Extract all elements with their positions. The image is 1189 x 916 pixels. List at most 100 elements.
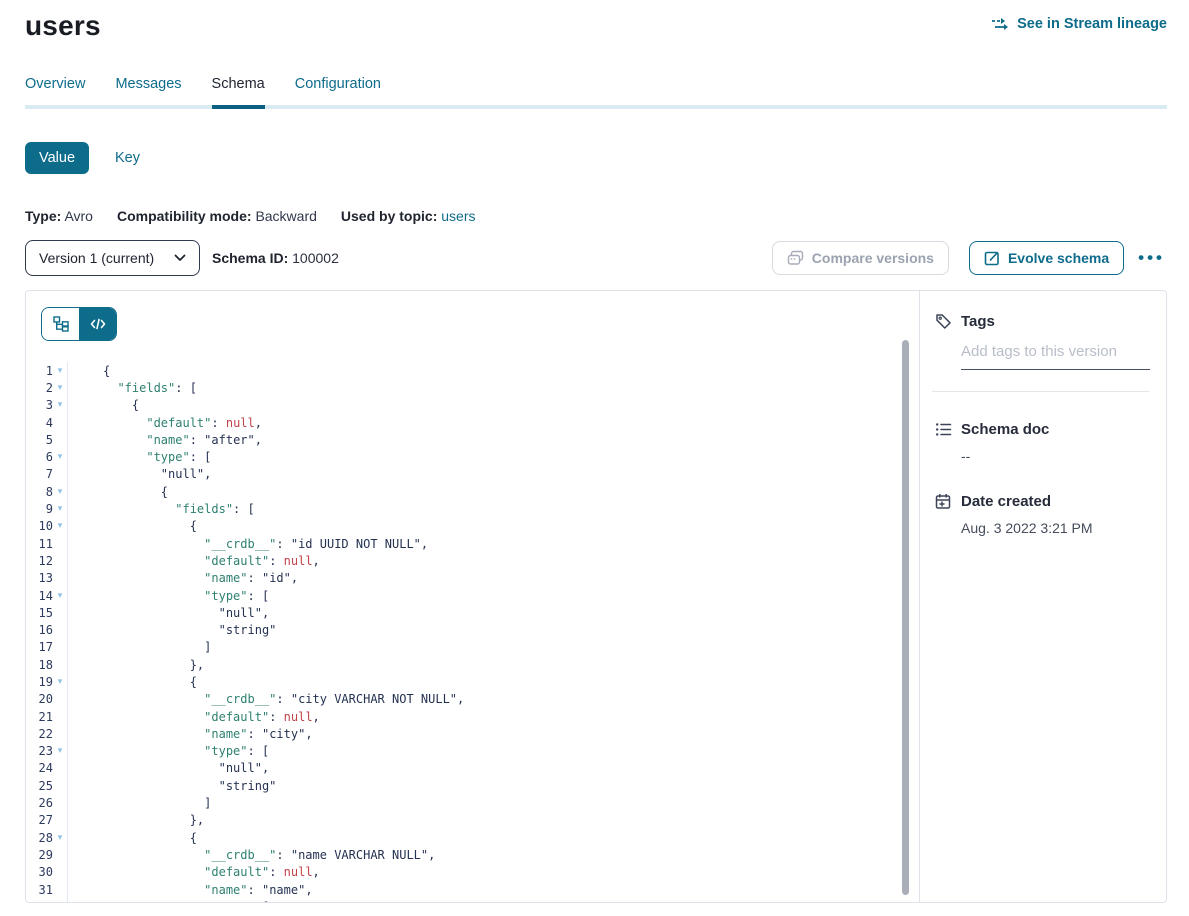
line-number: 29 <box>27 848 53 862</box>
code-line: 2▾ "fields": [ <box>26 379 919 396</box>
schema-id-value: 100002 <box>292 250 339 266</box>
code-line-text: }, <box>68 658 204 672</box>
line-gutter: 29 <box>26 846 68 863</box>
code-line-text: "default": null, <box>68 416 262 430</box>
editor-view-toggle <box>41 307 117 341</box>
schema-id-label: Schema ID: <box>212 250 288 266</box>
code-line: 25 "string" <box>26 777 919 794</box>
fold-arrow-icon[interactable]: ▾ <box>53 487 67 497</box>
code-view-button[interactable] <box>79 308 116 340</box>
tags-heading-label: Tags <box>961 313 995 330</box>
line-gutter: 7 <box>26 466 68 483</box>
tree-view-button[interactable] <box>42 308 79 340</box>
fold-arrow-icon[interactable]: ▾ <box>53 591 67 601</box>
code-line-text: }, <box>68 813 204 827</box>
code-line: 17 ] <box>26 639 919 656</box>
tab-schema[interactable]: Schema <box>212 76 265 105</box>
code-line-text: { <box>68 831 197 845</box>
fold-arrow-icon[interactable]: ▾ <box>53 521 67 531</box>
line-number: 3 <box>27 398 53 412</box>
fold-arrow-icon[interactable]: ▾ <box>53 504 67 514</box>
editor-scrollbar[interactable] <box>902 340 909 895</box>
schema-type: Type: Avro <box>25 208 93 224</box>
line-gutter: 32▾ <box>26 898 68 902</box>
code-line: 1▾{ <box>26 362 919 379</box>
line-gutter: 10▾ <box>26 518 68 535</box>
code-line-text: "string" <box>68 623 276 637</box>
code-line-text: ] <box>68 640 211 654</box>
schema-type-value: Avro <box>64 208 93 224</box>
code-line: 9▾ "fields": [ <box>26 500 919 517</box>
compatibility-mode-value: Backward <box>255 208 316 224</box>
line-number: 2 <box>27 381 53 395</box>
code-editor-content[interactable]: 1▾{2▾ "fields": [3▾ {4 "default": null,5… <box>26 362 919 902</box>
fold-arrow-icon[interactable]: ▾ <box>53 452 67 462</box>
version-select-value: Version 1 (current) <box>39 250 154 266</box>
code-line: 12 "default": null, <box>26 552 919 569</box>
line-gutter: 4 <box>26 414 68 431</box>
line-gutter: 21 <box>26 708 68 725</box>
schema-editor: 1▾{2▾ "fields": [3▾ {4 "default": null,5… <box>26 291 919 902</box>
tab-overview[interactable]: Overview <box>25 76 85 105</box>
line-gutter: 20 <box>26 691 68 708</box>
tab-configuration[interactable]: Configuration <box>295 76 381 105</box>
line-gutter: 24 <box>26 760 68 777</box>
line-gutter: 11 <box>26 535 68 552</box>
line-number: 13 <box>27 571 53 585</box>
fold-arrow-icon[interactable]: ▾ <box>53 366 67 376</box>
stream-lineage-link[interactable]: See in Stream lineage <box>992 16 1167 32</box>
code-line-text: "null", <box>68 606 269 620</box>
line-number: 6 <box>27 450 53 464</box>
page-header: users See in Stream lineage <box>25 0 1167 42</box>
line-gutter: 1▾ <box>26 362 68 379</box>
code-line-text: "__crdb__": "id UUID NOT NULL", <box>68 537 428 551</box>
code-line: 24 "null", <box>26 760 919 777</box>
date-created-section: Date created Aug. 3 2022 3:21 PM <box>935 493 1149 536</box>
code-line-text: "fields": [ <box>68 381 197 395</box>
used-by-topic: Used by topic: users <box>341 208 476 224</box>
code-line-text: { <box>68 364 110 378</box>
version-select[interactable]: Version 1 (current) <box>25 240 200 276</box>
fold-arrow-icon[interactable]: ▾ <box>53 746 67 756</box>
schema-controls-row: Version 1 (current) Schema ID: 100002 Co… <box>25 240 1167 276</box>
line-number: 24 <box>27 761 53 775</box>
tab-messages[interactable]: Messages <box>115 76 181 105</box>
chevron-down-icon <box>174 254 186 262</box>
code-line: 14▾ "type": [ <box>26 587 919 604</box>
code-line-text: "default": null, <box>68 554 320 568</box>
more-options-button[interactable]: ••• <box>1136 244 1167 272</box>
fold-arrow-icon[interactable]: ▾ <box>53 383 67 393</box>
code-line: 8▾ { <box>26 483 919 500</box>
line-number: 25 <box>27 779 53 793</box>
versions-icon <box>787 250 804 266</box>
key-toggle-button[interactable]: Key <box>115 150 140 166</box>
fold-arrow-icon[interactable]: ▾ <box>53 677 67 687</box>
line-gutter: 16 <box>26 621 68 638</box>
schema-page: users See in Stream lineage Overview Mes… <box>0 0 1189 916</box>
code-line: 22 "name": "city", <box>26 725 919 742</box>
compare-versions-button[interactable]: Compare versions <box>772 241 949 275</box>
code-line-text: "name": "after", <box>68 433 262 447</box>
line-number: 26 <box>27 796 53 810</box>
value-toggle-button[interactable]: Value <box>25 142 89 174</box>
fold-arrow-icon[interactable]: ▾ <box>53 400 67 410</box>
line-gutter: 31 <box>26 881 68 898</box>
used-by-topic-label: Used by topic: <box>341 208 437 224</box>
code-line-text: "type": [ <box>68 450 211 464</box>
line-gutter: 15 <box>26 604 68 621</box>
line-number: 31 <box>27 883 53 897</box>
fold-arrow-icon[interactable]: ▾ <box>53 833 67 843</box>
line-gutter: 25 <box>26 777 68 794</box>
code-line: 18 }, <box>26 656 919 673</box>
evolve-schema-button[interactable]: Evolve schema <box>969 241 1124 275</box>
stream-lineage-icon <box>992 17 1009 31</box>
code-line: 3▾ { <box>26 397 919 414</box>
line-number: 27 <box>27 813 53 827</box>
code-line-text: "null", <box>68 761 269 775</box>
code-line: 31 "name": "name", <box>26 881 919 898</box>
code-line: 32▾ "type": [ <box>26 898 919 902</box>
line-gutter: 18 <box>26 656 68 673</box>
tag-icon <box>935 313 952 330</box>
add-tags-input[interactable] <box>961 343 1150 370</box>
used-by-topic-link[interactable]: users <box>441 208 475 224</box>
